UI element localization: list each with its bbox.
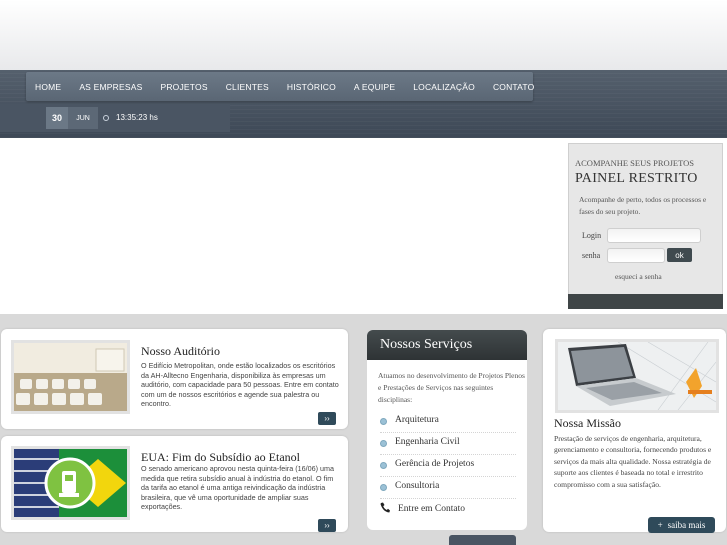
service-item-arquitetura[interactable]: Arquitetura <box>380 413 516 433</box>
contact-link[interactable]: Entre em Contato <box>380 502 516 522</box>
auditorium-image[interactable] <box>11 340 130 414</box>
laptop-image <box>555 339 719 413</box>
forgot-password-link[interactable]: esqueci a senha <box>615 272 662 281</box>
service-label: Gerência de Projetos <box>395 459 475 469</box>
service-item-engenharia-civil[interactable]: Engenharia Civil <box>380 435 516 455</box>
news-title[interactable]: Nosso Auditório <box>141 344 220 359</box>
date-month: JUN <box>68 107 98 129</box>
nav-contato[interactable]: CONTATO <box>493 82 535 92</box>
news-more-button[interactable]: ›› <box>318 519 336 532</box>
nav-as-empresas[interactable]: AS EMPRESAS <box>79 82 142 92</box>
contact-label: Entre em Contato <box>398 504 466 514</box>
nav-a-equipe[interactable]: A EQUIPE <box>354 82 395 92</box>
clock-icon <box>103 115 109 121</box>
service-label: Arquitetura <box>395 415 439 425</box>
login-panel-text: Acompanhe de perto, todos os processos e… <box>579 195 707 216</box>
service-label: Consultoria <box>395 481 440 491</box>
nav-home[interactable]: HOME <box>35 82 61 92</box>
bullet-icon <box>380 462 387 469</box>
news-title[interactable]: EUA: Fim do Subsídio ao Etanol <box>141 450 300 465</box>
services-title: Nossos Serviços <box>380 337 473 352</box>
login-label: Login <box>582 231 602 240</box>
nav-historico[interactable]: HISTÓRICO <box>287 82 336 92</box>
login-panel-footer <box>568 294 723 309</box>
news-text: O Edifício Metropolitan, onde estão loca… <box>141 361 339 408</box>
bottom-tab[interactable] <box>449 535 516 545</box>
news-more-button[interactable]: ›› <box>318 412 336 425</box>
nav-localizacao[interactable]: LOCALIZAÇÃO <box>413 82 475 92</box>
news-text: O senado americano aprovou nesta quinta-… <box>141 464 334 511</box>
services-intro: Atuamos no desenvolvimento de Projetos P… <box>378 371 525 404</box>
nav-clientes[interactable]: CLIENTES <box>226 82 269 92</box>
login-ok-button[interactable]: ok <box>667 248 692 262</box>
service-item-gerencia-de-projetos[interactable]: Gerência de Projetos <box>380 457 516 477</box>
ethanol-image[interactable] <box>11 446 130 520</box>
service-label: Engenharia Civil <box>395 437 460 447</box>
mission-text: Prestação de serviços de engenharia, arq… <box>554 434 712 489</box>
login-input[interactable] <box>607 228 701 243</box>
password-label: senha <box>582 251 601 260</box>
saiba-mais-button[interactable]: + saiba mais <box>648 517 715 533</box>
service-item-consultoria[interactable]: Consultoria <box>380 479 516 499</box>
password-input[interactable] <box>607 248 665 263</box>
mission-title: Nossa Missão <box>554 416 622 430</box>
bullet-icon <box>380 418 387 425</box>
current-time: 13:35:23 hs <box>116 113 158 122</box>
saiba-mais-label: saiba mais <box>667 520 706 530</box>
bullet-icon <box>380 440 387 447</box>
nav-projetos[interactable]: PROJETOS <box>160 82 207 92</box>
plus-icon: + <box>657 520 663 530</box>
date-bar <box>0 104 230 132</box>
login-panel-kicker: ACOMPANHE SEUS PROJETOS <box>575 158 695 168</box>
login-panel-title: PAINEL RESTRITO <box>575 171 698 186</box>
main-nav: HOME AS EMPRESAS PROJETOS CLIENTES HISTÓ… <box>26 72 535 101</box>
bullet-icon <box>380 484 387 491</box>
top-band <box>0 0 727 70</box>
date-day: 30 <box>46 107 68 129</box>
phone-icon <box>380 502 390 516</box>
